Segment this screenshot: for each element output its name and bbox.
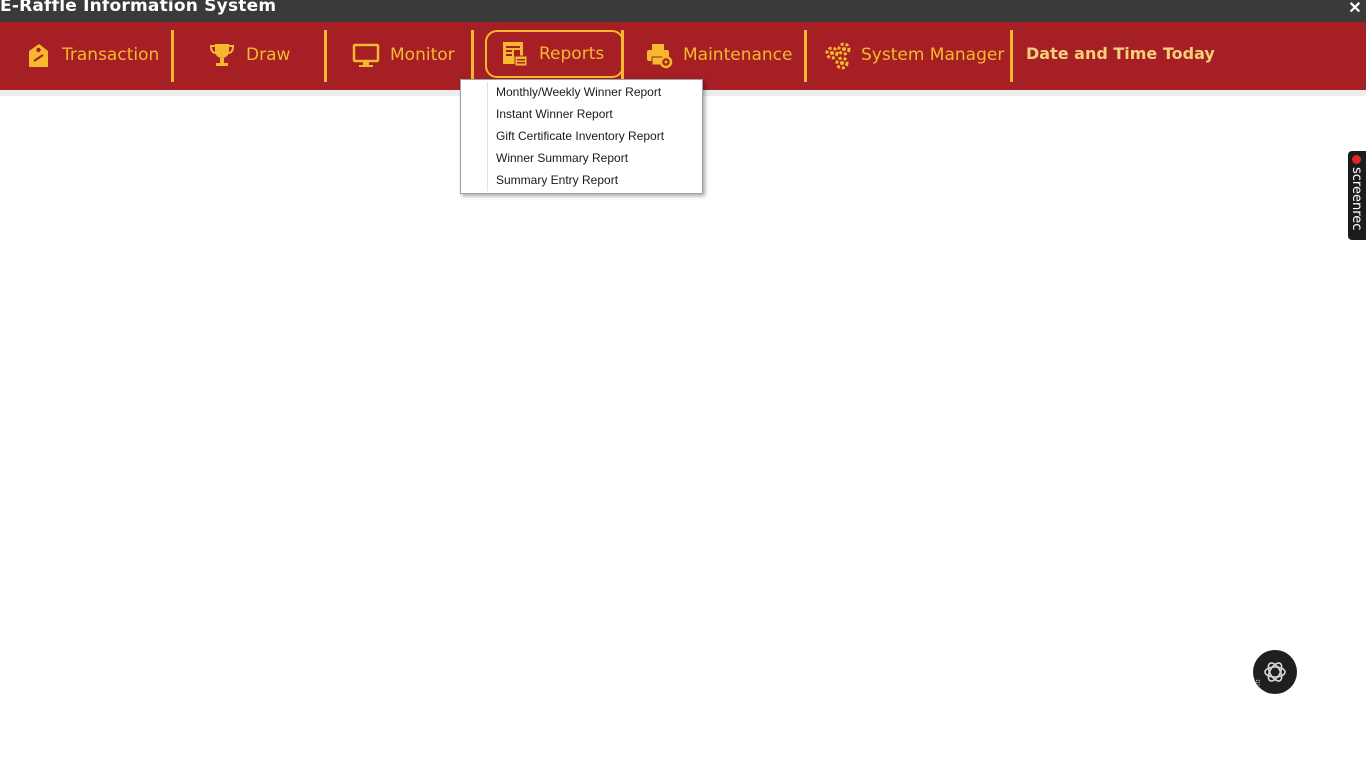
menu-item-summary-entry-report[interactable]: Summary Entry Report bbox=[496, 169, 618, 191]
screenrec-label: screenrec bbox=[1349, 167, 1364, 231]
tag-icon bbox=[24, 41, 52, 69]
datetime-label: Date and Time Today bbox=[1026, 44, 1215, 63]
app-window: E-Raffle Information System ✕ Transactio… bbox=[0, 0, 1366, 768]
menu-gutter bbox=[487, 82, 488, 191]
menu-separator bbox=[804, 30, 807, 82]
assistant-float-button[interactable]: ⠿ bbox=[1253, 650, 1297, 694]
menu-item-gift-certificate-inventory-report[interactable]: Gift Certificate Inventory Report bbox=[496, 125, 664, 147]
menu-monitor-label: Monitor bbox=[390, 45, 455, 65]
trophy-icon bbox=[208, 41, 236, 69]
gears-icon bbox=[823, 41, 851, 70]
reports-dropdown-menu: Monthly/Weekly Winner Report Instant Win… bbox=[460, 79, 703, 194]
close-button[interactable]: ✕ bbox=[1346, 0, 1364, 18]
menu-item-instant-winner-report[interactable]: Instant Winner Report bbox=[496, 103, 613, 125]
menu-separator bbox=[171, 30, 174, 82]
menu-monitor[interactable]: Monitor bbox=[352, 32, 455, 78]
menu-item-monthly-weekly-winner-report[interactable]: Monthly/Weekly Winner Report bbox=[496, 81, 661, 103]
menu-transaction[interactable]: Transaction bbox=[24, 32, 159, 78]
menu-separator bbox=[1010, 30, 1013, 82]
record-dot-icon bbox=[1352, 155, 1361, 164]
menu-reports-label: Reports bbox=[539, 44, 605, 64]
menu-separator bbox=[471, 30, 474, 82]
menu-draw-label: Draw bbox=[246, 45, 291, 65]
menu-item-winner-summary-report[interactable]: Winner Summary Report bbox=[496, 147, 628, 169]
screenrec-tab[interactable]: screenrec bbox=[1348, 151, 1366, 240]
menu-system-manager-label: System Manager bbox=[861, 45, 1005, 65]
printer-gear-icon bbox=[645, 41, 673, 69]
menu-draw[interactable]: Draw bbox=[208, 32, 290, 78]
monitor-icon bbox=[352, 41, 380, 69]
drag-handle-icon[interactable]: ⠿ bbox=[1255, 680, 1263, 692]
menu-maintenance[interactable]: Maintenance bbox=[645, 32, 792, 78]
report-icon bbox=[501, 40, 529, 68]
menu-separator bbox=[324, 30, 327, 82]
menu-maintenance-label: Maintenance bbox=[683, 45, 793, 65]
title-bar: E-Raffle Information System ✕ bbox=[0, 0, 1366, 22]
window-title: E-Raffle Information System bbox=[0, 0, 277, 16]
menu-system-manager[interactable]: System Manager bbox=[823, 32, 1004, 78]
menu-separator bbox=[621, 30, 624, 82]
menu-transaction-label: Transaction bbox=[62, 45, 160, 65]
menu-reports[interactable]: Reports bbox=[485, 30, 625, 78]
